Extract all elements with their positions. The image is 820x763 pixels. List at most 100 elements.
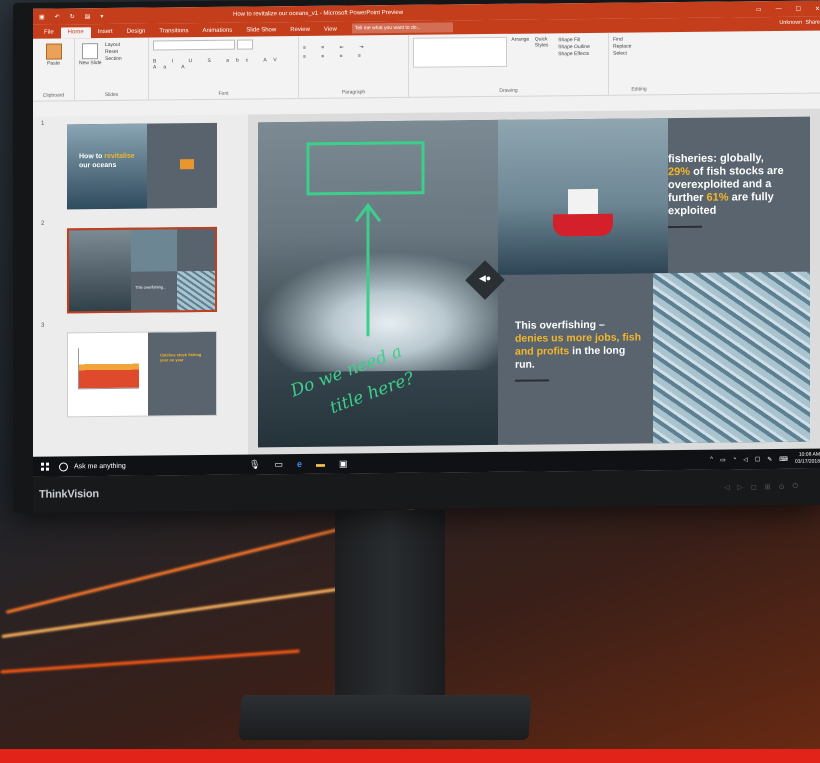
slide-number: 3 [41, 322, 45, 329]
section-button[interactable]: Section [105, 56, 122, 62]
shape-outline-button[interactable]: Shape Outline [558, 44, 590, 50]
find-button[interactable]: Find [613, 36, 665, 43]
power-button[interactable]: ⏻ [792, 483, 798, 491]
slide-thumbnail-1[interactable]: How to revitalise our oceans [67, 122, 217, 210]
group-label: Drawing [499, 87, 518, 94]
window-title: How to revitalize our oceans_v1 - Micros… [233, 9, 404, 18]
slide-number: 2 [41, 220, 45, 227]
list-buttons[interactable]: ≡ ≡ ⇤ ⇥ [303, 44, 404, 51]
font-format-buttons[interactable]: B I U S abc AV Aa A [153, 57, 294, 70]
arrange-button[interactable]: Arrange [511, 37, 533, 43]
tab-slide-show[interactable]: Slide Show [239, 25, 283, 36]
bezel-button[interactable]: ▷ [738, 483, 743, 491]
brand-logo: ThinkVision [39, 488, 99, 501]
layout-button[interactable]: Layout [105, 42, 122, 48]
minimize-icon[interactable]: — [776, 5, 782, 12]
save-icon[interactable]: ▣ [39, 13, 45, 20]
footer-red-bar [0, 749, 820, 763]
group-label: Paragraph [341, 89, 366, 96]
cortana-search[interactable]: Ask me anything [59, 460, 209, 472]
paste-button[interactable]: Paste [37, 60, 70, 67]
screen: ▣ ↶ ↻ ▤ ▾ How to revitalize our oceans_v… [33, 0, 820, 477]
tab-file[interactable]: File [37, 28, 61, 39]
monitor-stand-base [238, 695, 532, 740]
fish-icon: ◀● [478, 272, 492, 284]
tab-view[interactable]: View [317, 25, 344, 36]
microphone-icon[interactable]: 🎙 [249, 459, 260, 470]
bezel-buttons: ◁ ▷ ◻ ⊞ ⊙ ⏻ [724, 483, 798, 492]
light-streak [1, 584, 359, 639]
tab-review[interactable]: Review [283, 25, 317, 36]
thumb-text: Catches stock fishing year on year [160, 352, 202, 363]
workspace: 1 How to revitalise our oceans 2 This ove… [33, 108, 820, 457]
volume-icon[interactable]: ◁ [743, 456, 748, 463]
redo-icon[interactable]: ↻ [70, 13, 75, 20]
windows-start-icon[interactable] [41, 462, 49, 471]
edge-icon[interactable]: e [297, 458, 302, 469]
slide-thumbnail-3[interactable]: Catches stock fishing year on year [67, 330, 217, 418]
present-icon[interactable]: ▤ [85, 13, 91, 20]
bezel-button[interactable]: ◻ [751, 483, 757, 491]
replace-button[interactable]: Replace [613, 43, 665, 50]
shape-fill-button[interactable]: Shape Fill [558, 37, 590, 43]
share-button[interactable]: Share [805, 20, 820, 26]
store-icon[interactable]: ▣ [339, 458, 348, 469]
clock[interactable]: 10:08 AM 03/17/2018 [795, 452, 820, 466]
shape-effects-button[interactable]: Shape Effects [558, 51, 590, 57]
font-name-input[interactable] [153, 39, 235, 51]
light-streak [0, 649, 300, 674]
quick-styles-button[interactable]: Quick Styles [535, 36, 557, 48]
show-hidden-icons-icon[interactable]: ^ [710, 457, 713, 463]
user-name[interactable]: Unknown [779, 20, 802, 26]
keyboard-icon[interactable]: ⌨ [779, 455, 788, 462]
bezel-button[interactable]: ◁ [724, 483, 729, 491]
group-label: Editing [631, 86, 647, 93]
tab-design[interactable]: Design [120, 27, 153, 38]
cortana-icon [59, 461, 68, 472]
align-buttons[interactable]: ≡ ≡ ≡ ≡ [303, 53, 404, 60]
undo-icon[interactable]: ↶ [55, 13, 60, 20]
paste-icon[interactable] [45, 43, 62, 60]
task-view-icon[interactable]: ▭ [274, 459, 283, 470]
battery-icon[interactable]: ▭ [720, 456, 726, 463]
select-button[interactable]: Select [613, 50, 665, 57]
ribbon-display-icon[interactable]: ▭ [756, 6, 762, 13]
tab-transitions[interactable]: Transitions [152, 26, 195, 37]
reset-button[interactable]: Reset [105, 49, 122, 55]
thumb-text: This overfishing... [135, 284, 167, 290]
maximize-icon[interactable]: ☐ [796, 5, 801, 12]
file-explorer-icon[interactable]: ▬ [316, 458, 325, 469]
slide-text-overfishing[interactable]: This overfishing – denies us more jobs, f… [515, 318, 645, 382]
tab-animations[interactable]: Animations [196, 26, 240, 37]
tab-insert[interactable]: Insert [91, 27, 120, 38]
monitor: ▣ ↶ ↻ ▤ ▾ How to revitalize our oceans_v… [13, 0, 820, 513]
wifi-icon[interactable]: ◔ [733, 456, 737, 462]
font-size-input[interactable] [237, 39, 253, 50]
slide-canvas[interactable]: Do we need a title here? fisheries: glob… [248, 108, 820, 455]
new-slide-button[interactable]: New Slide [79, 60, 102, 66]
slide-text-fisheries[interactable]: fisheries: globally, 29% of fish stocks a… [668, 152, 803, 229]
tell-me-input[interactable]: Tell me what you want to do... [351, 22, 453, 34]
new-slide-icon[interactable] [82, 43, 98, 60]
group-drawing: Arrange Quick Styles Shape Fill Shape Ou… [409, 32, 609, 97]
group-editing: Find Replace Select Editing [609, 32, 669, 95]
account-share: Unknown Share [779, 20, 820, 26]
shapes-gallery[interactable] [413, 36, 507, 68]
bezel-button[interactable]: ⊞ [765, 483, 771, 491]
tab-home[interactable]: Home [60, 27, 91, 39]
monitor-stand-neck [335, 510, 445, 710]
slide-thumbnails-pane: 1 How to revitalise our oceans 2 This ove… [33, 114, 248, 457]
clock-date: 03/17/2018 [794, 458, 820, 465]
group-clipboard: Paste Clipboard [33, 38, 75, 101]
slide-thumbnail-2[interactable]: This overfishing... [67, 226, 217, 314]
group-paragraph: ≡ ≡ ⇤ ⇥ ≡ ≡ ≡ ≡ Paragraph [299, 34, 409, 99]
customize-icon[interactable]: ▾ [100, 13, 103, 20]
group-font: B I U S abc AV Aa A Font [149, 36, 299, 100]
notification-icon[interactable]: ☐ [755, 456, 760, 463]
group-label: Clipboard [42, 92, 65, 99]
group-label: Font [218, 90, 229, 97]
bezel-button[interactable]: ⊙ [779, 483, 785, 491]
slide: Do we need a title here? fisheries: glob… [258, 116, 810, 448]
close-icon[interactable]: ✕ [815, 5, 820, 12]
pen-icon[interactable]: ✎ [767, 456, 772, 463]
